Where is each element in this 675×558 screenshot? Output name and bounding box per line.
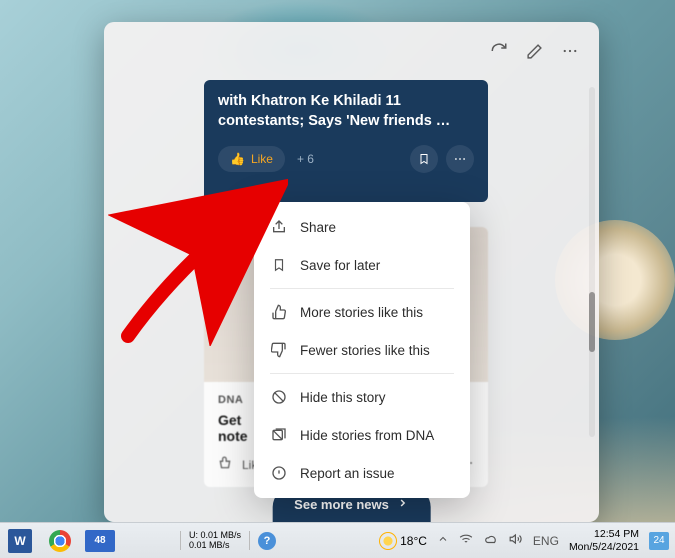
menu-save[interactable]: Save for later [254, 246, 470, 284]
share-icon [270, 218, 288, 236]
info-icon [270, 464, 288, 482]
volume-icon[interactable] [509, 532, 523, 549]
widget-scrollbar[interactable] [589, 87, 595, 437]
cloud-icon[interactable] [483, 532, 499, 549]
refresh-icon[interactable] [490, 42, 508, 65]
action-center-icon[interactable]: 24 [649, 532, 669, 550]
sun-icon [380, 533, 396, 549]
wifi-icon[interactable] [459, 532, 473, 549]
scrollbar-thumb[interactable] [589, 292, 595, 352]
weather-widget[interactable]: 18°C [380, 533, 427, 549]
more-icon[interactable] [561, 42, 579, 65]
news-card-title: with Khatron Ke Khiladi 11 contestants; … [218, 92, 474, 131]
bookmark-icon[interactable] [410, 145, 438, 173]
thumbs-up-icon [270, 303, 288, 321]
like-count: + 6 [297, 152, 314, 166]
menu-hide-story[interactable]: Hide this story [254, 378, 470, 416]
menu-divider [270, 288, 454, 289]
language-label[interactable]: ENG [533, 534, 559, 548]
taskbar-chrome-icon[interactable] [40, 523, 80, 558]
news-card-primary[interactable]: with Khatron Ke Khiladi 11 contestants; … [204, 80, 488, 202]
chevron-up-icon[interactable] [437, 533, 449, 548]
taskbar-word-icon[interactable]: W [0, 523, 40, 558]
network-speed: U: 0.01 MB/s 0.01 MB/s [180, 531, 250, 551]
block-stack-icon [270, 426, 288, 444]
edit-icon[interactable] [526, 43, 543, 65]
news-widget-panel: with Khatron Ke Khiladi 11 contestants; … [104, 22, 599, 522]
card-more-icon[interactable] [446, 145, 474, 173]
like-button[interactable]: 👍 Like [218, 146, 285, 172]
menu-fewer-stories[interactable]: Fewer stories like this [254, 331, 470, 369]
taskbar-clock[interactable]: 12:54 PM Mon/5/24/2021 [569, 528, 639, 553]
bookmark-icon [270, 256, 288, 274]
menu-hide-source[interactable]: Hide stories from DNA [254, 416, 470, 454]
thumbs-up-icon[interactable] [218, 456, 232, 473]
help-icon[interactable]: ? [254, 532, 280, 550]
thumbs-down-icon [270, 341, 288, 359]
thumbs-up-icon: 👍 [230, 152, 245, 166]
context-menu: Share Save for later More stories like t… [254, 202, 470, 498]
chevron-right-icon [397, 497, 409, 512]
taskbar-app-badge[interactable]: 48 [80, 523, 120, 558]
widget-toolbar [490, 42, 579, 65]
block-icon [270, 388, 288, 406]
taskbar: W 48 U: 0.01 MB/s 0.01 MB/s ? 18°C ENG 1… [0, 522, 675, 558]
menu-more-stories[interactable]: More stories like this [254, 293, 470, 331]
menu-share[interactable]: Share [254, 208, 470, 246]
like-label: Like [251, 152, 273, 166]
menu-divider [270, 373, 454, 374]
menu-report[interactable]: Report an issue [254, 454, 470, 492]
